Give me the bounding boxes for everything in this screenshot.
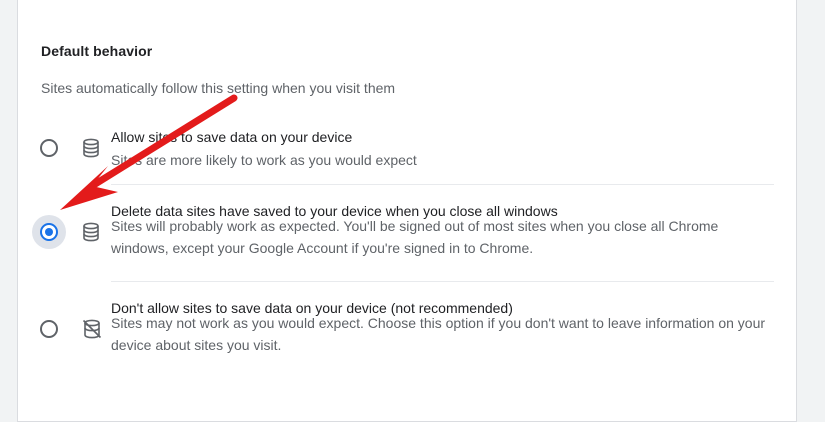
radio-block[interactable]: [40, 320, 58, 338]
database-off-icon: [82, 319, 102, 339]
settings-card: Default behavior Sites automatically fol…: [17, 0, 797, 422]
option-allow-title: Allow sites to save data on your device: [111, 129, 353, 145]
database-icon: [82, 222, 102, 242]
section-description: Sites automatically follow this setting …: [41, 80, 396, 96]
radio-allow[interactable]: [40, 139, 58, 157]
divider: [111, 281, 774, 282]
option-delete-on-close-description: Sites will probably work as expected. Yo…: [111, 218, 719, 256]
radio-delete-on-close[interactable]: [40, 223, 58, 241]
option-block-description: Sites may not work as you would expect. …: [111, 315, 766, 353]
section-title: Default behavior: [41, 43, 153, 59]
option-allow-description: Sites are more likely to work as you wou…: [111, 152, 417, 168]
divider: [111, 184, 774, 185]
database-icon: [82, 138, 102, 158]
